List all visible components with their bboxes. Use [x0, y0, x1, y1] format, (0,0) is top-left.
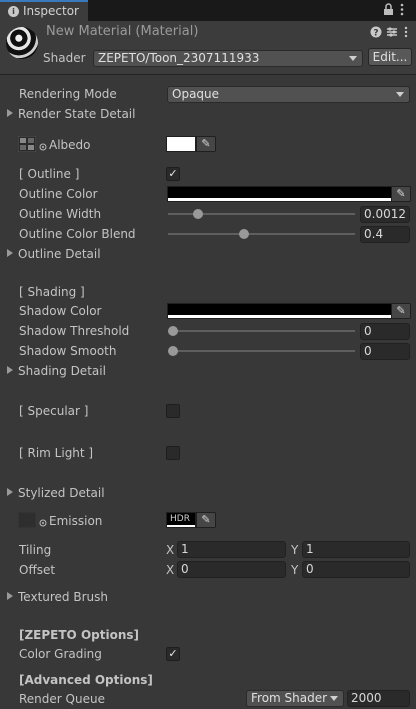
- rendering-mode-label: Rendering Mode: [19, 87, 117, 101]
- render-queue-mode-value: From Shader: [251, 691, 328, 705]
- textured-brush-foldout[interactable]: Textured Brush: [7, 590, 108, 604]
- emission-color-swatch[interactable]: HDR: [166, 512, 196, 528]
- preset-settings-icon[interactable]: [386, 26, 398, 41]
- zepeto-options-header: [ZEPETO Options]: [19, 628, 139, 642]
- alpha-bar: [168, 315, 391, 318]
- shadow-threshold-label: Shadow Threshold: [19, 324, 130, 338]
- shadow-color-field[interactable]: [167, 303, 392, 319]
- svg-text:?: ?: [373, 29, 378, 39]
- render-queue-label: Render Queue: [19, 692, 105, 706]
- albedo-texture-icon[interactable]: [17, 135, 37, 153]
- eyedropper-icon[interactable]: ✎: [196, 512, 216, 528]
- eyedropper-icon[interactable]: ✎: [391, 303, 411, 319]
- offset-y-field[interactable]: 0: [302, 561, 410, 578]
- alpha-bar: [167, 525, 195, 527]
- kebab-menu-icon[interactable]: [400, 3, 404, 19]
- outline-detail-foldout[interactable]: Outline Detail: [7, 247, 101, 261]
- foldout-arrow-icon: [7, 592, 13, 600]
- hdr-label: HDR: [170, 514, 190, 524]
- emission-label: Emission: [49, 514, 103, 528]
- offset-x-label: X: [166, 563, 175, 577]
- object-picker-icon[interactable]: [39, 516, 47, 530]
- edit-shader-button[interactable]: Edit...: [368, 48, 412, 66]
- specular-checkbox[interactable]: [166, 404, 180, 418]
- color-grading-checkbox[interactable]: ✓: [166, 647, 180, 661]
- outline-blend-field[interactable]: 0.4: [360, 226, 410, 243]
- foldout-label: Stylized Detail: [18, 486, 105, 500]
- foldout-label: Outline Detail: [18, 247, 101, 261]
- shader-label: Shader: [43, 51, 86, 65]
- material-preview-icon: [6, 27, 38, 59]
- shader-dropdown[interactable]: ZEPETO/Toon_2307111933: [93, 50, 363, 67]
- albedo-label: Albedo: [49, 138, 91, 152]
- alpha-bar: [168, 198, 391, 201]
- more-icon[interactable]: [404, 26, 408, 41]
- outline-blend-slider-track[interactable]: [168, 233, 355, 235]
- tiling-y-label: Y: [291, 543, 299, 557]
- foldout-label: Textured Brush: [18, 590, 108, 604]
- lock-icon[interactable]: [383, 3, 394, 19]
- offset-x-field[interactable]: 0: [177, 561, 286, 578]
- stylized-detail-foldout[interactable]: Stylized Detail: [7, 486, 105, 500]
- chevron-down-icon: [396, 92, 404, 97]
- foldout-arrow-icon: [7, 109, 13, 117]
- specular-header: [ Specular ]: [19, 404, 89, 418]
- color-grading-label: Color Grading: [19, 647, 102, 661]
- outline-color-field[interactable]: [167, 186, 392, 202]
- shadow-threshold-slider-track[interactable]: [168, 330, 355, 332]
- advanced-options-header: [Advanced Options]: [19, 673, 153, 687]
- shadow-smooth-field[interactable]: 0: [360, 343, 410, 360]
- outline-blend-slider-thumb[interactable]: [238, 229, 249, 239]
- rendering-mode-dropdown[interactable]: Opaque: [167, 86, 410, 103]
- foldout-label: Render State Detail: [18, 107, 136, 121]
- object-picker-icon[interactable]: [39, 140, 47, 154]
- shadow-threshold-slider-thumb[interactable]: [168, 326, 178, 336]
- foldout-label: Shading Detail: [18, 364, 106, 378]
- shading-detail-foldout[interactable]: Shading Detail: [7, 364, 106, 378]
- help-icon[interactable]: ?: [370, 26, 382, 41]
- foldout-arrow-icon: [7, 249, 13, 257]
- tiling-label: Tiling: [19, 543, 52, 557]
- material-title: New Material (Material): [46, 24, 199, 39]
- rendering-mode-value: Opaque: [172, 87, 220, 101]
- tab-label: Inspector: [23, 4, 79, 18]
- outline-width-label: Outline Width: [19, 207, 102, 221]
- info-icon: i: [8, 6, 19, 17]
- albedo-color-swatch[interactable]: [166, 136, 196, 152]
- chevron-down-icon: [349, 56, 357, 61]
- outline-checkbox[interactable]: ✓: [166, 167, 180, 181]
- offset-y-label: Y: [291, 563, 299, 577]
- outline-color-label: Outline Color: [19, 187, 98, 201]
- eyedropper-icon[interactable]: ✎: [391, 186, 411, 202]
- shader-value: ZEPETO/Toon_2307111933: [98, 51, 260, 65]
- emission-texture-slot[interactable]: [18, 512, 36, 528]
- shadow-threshold-field[interactable]: 0: [360, 323, 410, 340]
- foldout-arrow-icon: [7, 366, 13, 374]
- outline-header: [ Outline ]: [19, 167, 80, 181]
- shadow-smooth-label: Shadow Smooth: [19, 344, 117, 358]
- tab-inspector[interactable]: i Inspector: [0, 0, 88, 21]
- outline-width-field[interactable]: 0.0012: [360, 206, 410, 223]
- shadow-smooth-slider-track[interactable]: [168, 350, 355, 352]
- tiling-y-field[interactable]: 1: [302, 541, 410, 558]
- chevron-down-icon: [330, 696, 338, 701]
- outline-blend-label: Outline Color Blend: [19, 227, 136, 241]
- rim-light-checkbox[interactable]: [166, 446, 180, 460]
- eyedropper-icon[interactable]: ✎: [196, 136, 216, 152]
- tiling-x-field[interactable]: 1: [177, 541, 286, 558]
- render-queue-field[interactable]: 2000: [347, 690, 410, 707]
- foldout-arrow-icon: [7, 488, 13, 496]
- shading-header: [ Shading ]: [19, 285, 85, 299]
- shadow-color-label: Shadow Color: [19, 304, 102, 318]
- rim-light-header: [ Rim Light ]: [19, 446, 94, 460]
- render-state-detail-foldout[interactable]: Render State Detail: [7, 107, 135, 121]
- shadow-smooth-slider-thumb[interactable]: [168, 346, 178, 356]
- offset-label: Offset: [19, 563, 56, 577]
- tiling-x-label: X: [166, 543, 175, 557]
- render-queue-mode-dropdown[interactable]: From Shader: [246, 690, 344, 707]
- outline-width-slider-thumb[interactable]: [192, 209, 203, 219]
